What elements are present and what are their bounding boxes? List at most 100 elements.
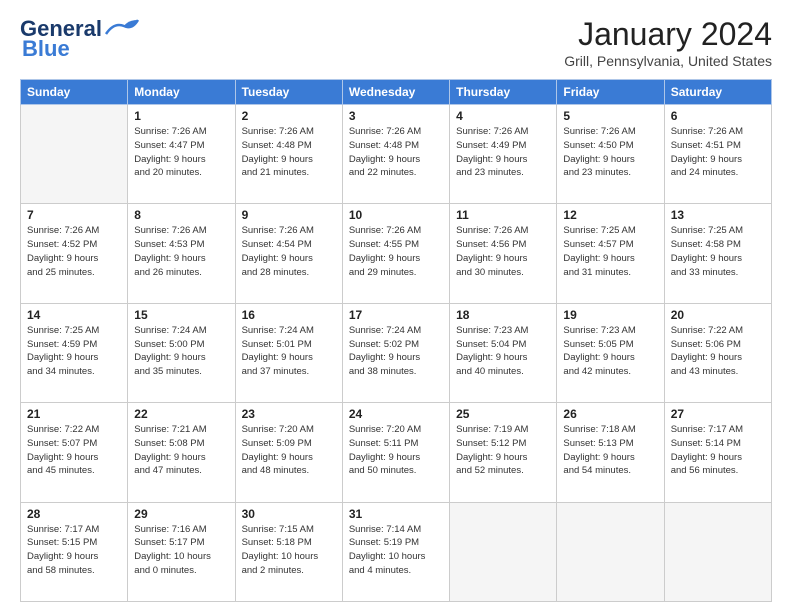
calendar-title: January 2024 — [564, 16, 772, 53]
table-row: 23 Sunrise: 7:20 AMSunset: 5:09 PMDayligh… — [235, 403, 342, 502]
table-row: 27 Sunrise: 7:17 AMSunset: 5:14 PMDayligh… — [664, 403, 771, 502]
calendar-subtitle: Grill, Pennsylvania, United States — [564, 53, 772, 69]
day-detail: Sunrise: 7:26 AMSunset: 4:54 PMDaylight:… — [242, 224, 336, 279]
day-detail: Sunrise: 7:15 AMSunset: 5:18 PMDaylight:… — [242, 523, 336, 578]
table-row: 18 Sunrise: 7:23 AMSunset: 5:04 PMDayligh… — [450, 303, 557, 402]
day-number: 27 — [671, 407, 765, 421]
table-row: 6 Sunrise: 7:26 AMSunset: 4:51 PMDaylight… — [664, 105, 771, 204]
day-detail: Sunrise: 7:26 AMSunset: 4:49 PMDaylight:… — [456, 125, 550, 180]
table-row — [557, 502, 664, 601]
table-row: 24 Sunrise: 7:20 AMSunset: 5:11 PMDayligh… — [342, 403, 449, 502]
day-number: 13 — [671, 208, 765, 222]
table-row: 21 Sunrise: 7:22 AMSunset: 5:07 PMDayligh… — [21, 403, 128, 502]
day-detail: Sunrise: 7:26 AMSunset: 4:56 PMDaylight:… — [456, 224, 550, 279]
col-wednesday: Wednesday — [342, 80, 449, 105]
calendar-week-row: 1Sunrise: 7:26 AMSunset: 4:47 PMDaylight… — [21, 105, 772, 204]
day-number: 30 — [242, 507, 336, 521]
day-detail: Sunrise: 7:24 AMSunset: 5:02 PMDaylight:… — [349, 324, 443, 379]
day-detail: Sunrise: 7:20 AMSunset: 5:11 PMDaylight:… — [349, 423, 443, 478]
day-number: 8 — [134, 208, 228, 222]
calendar-week-row: 7 Sunrise: 7:26 AMSunset: 4:52 PMDaylight… — [21, 204, 772, 303]
table-row: 20Sunrise: 7:22 AMSunset: 5:06 PMDayligh… — [664, 303, 771, 402]
day-number: 25 — [456, 407, 550, 421]
table-row: 30 Sunrise: 7:15 AMSunset: 5:18 PMDayligh… — [235, 502, 342, 601]
table-row: 13 Sunrise: 7:25 AMSunset: 4:58 PMDayligh… — [664, 204, 771, 303]
day-detail: Sunrise: 7:26 AMSunset: 4:52 PMDaylight:… — [27, 224, 121, 279]
day-detail: Sunrise: 7:25 AMSunset: 4:59 PMDaylight:… — [27, 324, 121, 379]
day-detail: Sunrise: 7:26 AMSunset: 4:51 PMDaylight:… — [671, 125, 765, 180]
table-row: 19 Sunrise: 7:23 AMSunset: 5:05 PMDayligh… — [557, 303, 664, 402]
col-saturday: Saturday — [664, 80, 771, 105]
table-row — [21, 105, 128, 204]
day-number: 9 — [242, 208, 336, 222]
day-number: 26 — [563, 407, 657, 421]
day-detail: Sunrise: 7:17 AMSunset: 5:14 PMDaylight:… — [671, 423, 765, 478]
day-number: 10 — [349, 208, 443, 222]
col-monday: Monday — [128, 80, 235, 105]
table-row: 31 Sunrise: 7:14 AMSunset: 5:19 PMDayligh… — [342, 502, 449, 601]
table-row: 4 Sunrise: 7:26 AMSunset: 4:49 PMDaylight… — [450, 105, 557, 204]
table-row: 28 Sunrise: 7:17 AMSunset: 5:15 PMDayligh… — [21, 502, 128, 601]
day-number: 24 — [349, 407, 443, 421]
day-number: 15 — [134, 308, 228, 322]
table-row: 11 Sunrise: 7:26 AMSunset: 4:56 PMDayligh… — [450, 204, 557, 303]
calendar-week-row: 28 Sunrise: 7:17 AMSunset: 5:15 PMDayligh… — [21, 502, 772, 601]
day-number: 1 — [134, 109, 228, 123]
day-number: 12 — [563, 208, 657, 222]
day-number: 29 — [134, 507, 228, 521]
logo-blue: Blue — [22, 36, 70, 62]
day-number: 20 — [671, 308, 765, 322]
day-number: 7 — [27, 208, 121, 222]
day-detail: Sunrise: 7:20 AMSunset: 5:09 PMDaylight:… — [242, 423, 336, 478]
day-detail: Sunrise: 7:17 AMSunset: 5:15 PMDaylight:… — [27, 523, 121, 578]
table-row: 9 Sunrise: 7:26 AMSunset: 4:54 PMDaylight… — [235, 204, 342, 303]
day-detail: Sunrise: 7:24 AMSunset: 5:01 PMDaylight:… — [242, 324, 336, 379]
day-number: 23 — [242, 407, 336, 421]
table-row: 8Sunrise: 7:26 AMSunset: 4:53 PMDaylight… — [128, 204, 235, 303]
table-row: 7 Sunrise: 7:26 AMSunset: 4:52 PMDaylight… — [21, 204, 128, 303]
header: General Blue January 2024 Grill, Pennsyl… — [20, 16, 772, 69]
table-row: 5Sunrise: 7:26 AMSunset: 4:50 PMDaylight… — [557, 105, 664, 204]
day-number: 18 — [456, 308, 550, 322]
table-row: 22 Sunrise: 7:21 AMSunset: 5:08 PMDayligh… — [128, 403, 235, 502]
calendar-table: Sunday Monday Tuesday Wednesday Thursday… — [20, 79, 772, 602]
table-row: 2Sunrise: 7:26 AMSunset: 4:48 PMDaylight… — [235, 105, 342, 204]
day-number: 3 — [349, 109, 443, 123]
table-row: 26Sunrise: 7:18 AMSunset: 5:13 PMDayligh… — [557, 403, 664, 502]
day-detail: Sunrise: 7:26 AMSunset: 4:50 PMDaylight:… — [563, 125, 657, 180]
col-sunday: Sunday — [21, 80, 128, 105]
col-friday: Friday — [557, 80, 664, 105]
day-number: 31 — [349, 507, 443, 521]
day-detail: Sunrise: 7:25 AMSunset: 4:57 PMDaylight:… — [563, 224, 657, 279]
day-number: 17 — [349, 308, 443, 322]
day-detail: Sunrise: 7:23 AMSunset: 5:04 PMDaylight:… — [456, 324, 550, 379]
day-number: 2 — [242, 109, 336, 123]
day-detail: Sunrise: 7:22 AMSunset: 5:07 PMDaylight:… — [27, 423, 121, 478]
day-number: 11 — [456, 208, 550, 222]
day-detail: Sunrise: 7:24 AMSunset: 5:00 PMDaylight:… — [134, 324, 228, 379]
day-number: 28 — [27, 507, 121, 521]
day-number: 19 — [563, 308, 657, 322]
day-number: 4 — [456, 109, 550, 123]
day-detail: Sunrise: 7:26 AMSunset: 4:48 PMDaylight:… — [349, 125, 443, 180]
day-detail: Sunrise: 7:23 AMSunset: 5:05 PMDaylight:… — [563, 324, 657, 379]
table-row: 10 Sunrise: 7:26 AMSunset: 4:55 PMDayligh… — [342, 204, 449, 303]
day-detail: Sunrise: 7:25 AMSunset: 4:58 PMDaylight:… — [671, 224, 765, 279]
day-detail: Sunrise: 7:26 AMSunset: 4:55 PMDaylight:… — [349, 224, 443, 279]
day-number: 22 — [134, 407, 228, 421]
table-row: 17 Sunrise: 7:24 AMSunset: 5:02 PMDayligh… — [342, 303, 449, 402]
day-number: 21 — [27, 407, 121, 421]
col-thursday: Thursday — [450, 80, 557, 105]
table-row: 15 Sunrise: 7:24 AMSunset: 5:00 PMDayligh… — [128, 303, 235, 402]
day-detail: Sunrise: 7:14 AMSunset: 5:19 PMDaylight:… — [349, 523, 443, 578]
day-detail: Sunrise: 7:21 AMSunset: 5:08 PMDaylight:… — [134, 423, 228, 478]
table-row: 14Sunrise: 7:25 AMSunset: 4:59 PMDayligh… — [21, 303, 128, 402]
logo: General Blue — [20, 16, 140, 62]
day-number: 16 — [242, 308, 336, 322]
col-tuesday: Tuesday — [235, 80, 342, 105]
table-row: 12 Sunrise: 7:25 AMSunset: 4:57 PMDayligh… — [557, 204, 664, 303]
day-number: 6 — [671, 109, 765, 123]
table-row: 1Sunrise: 7:26 AMSunset: 4:47 PMDaylight… — [128, 105, 235, 204]
table-row: 3 Sunrise: 7:26 AMSunset: 4:48 PMDaylight… — [342, 105, 449, 204]
table-row: 25Sunrise: 7:19 AMSunset: 5:12 PMDayligh… — [450, 403, 557, 502]
